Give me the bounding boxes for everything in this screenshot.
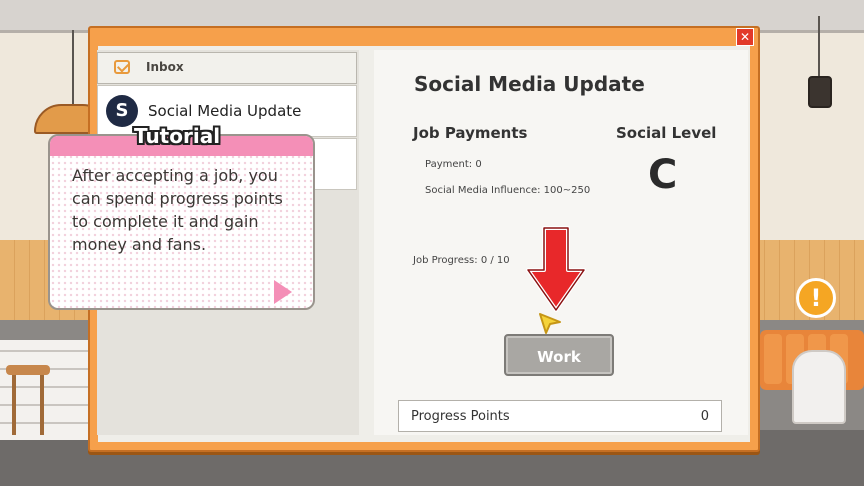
work-button-label: Work <box>537 348 581 366</box>
progress-points-label: Progress Points <box>411 409 510 424</box>
job-payments-heading: Job Payments <box>413 124 528 142</box>
next-arrow-icon[interactable] <box>274 280 292 304</box>
job-progress-text: Job Progress: 0 / 10 <box>413 255 510 266</box>
inbox-label: Inbox <box>146 60 184 74</box>
tutorial-card[interactable]: After accepting a job, you can spend pro… <box>48 134 315 310</box>
avatar: S <box>106 95 138 127</box>
influence-text: Social Media Influence: 100~250 <box>425 185 591 196</box>
bar-stool <box>6 365 50 375</box>
inbox-item-title: Social Media Update <box>148 102 302 120</box>
payment-text: Payment: 0 <box>425 159 482 170</box>
chair <box>792 350 846 424</box>
cursor-icon <box>539 313 561 334</box>
inbox-header: Inbox <box>97 52 357 84</box>
work-button[interactable]: Work <box>504 334 614 376</box>
lamp-cord <box>72 30 74 105</box>
job-title: Social Media Update <box>414 72 645 96</box>
progress-points-bar: Progress Points 0 <box>398 400 722 432</box>
close-icon[interactable]: ✕ <box>736 28 754 46</box>
alert-icon[interactable]: ! <box>796 278 836 318</box>
stool-leg <box>12 375 16 435</box>
tutorial-title: Tutorial <box>134 124 221 148</box>
lamp-shade <box>808 76 832 108</box>
down-arrow-icon <box>526 226 586 312</box>
tutorial-text: After accepting a job, you can spend pro… <box>72 166 283 254</box>
stool-leg <box>40 375 44 435</box>
social-level-grade: C <box>648 152 678 198</box>
lamp-cord <box>818 16 820 78</box>
social-level-heading: Social Level <box>616 124 717 142</box>
inbox-icon <box>114 60 130 74</box>
progress-points-value: 0 <box>700 409 709 424</box>
